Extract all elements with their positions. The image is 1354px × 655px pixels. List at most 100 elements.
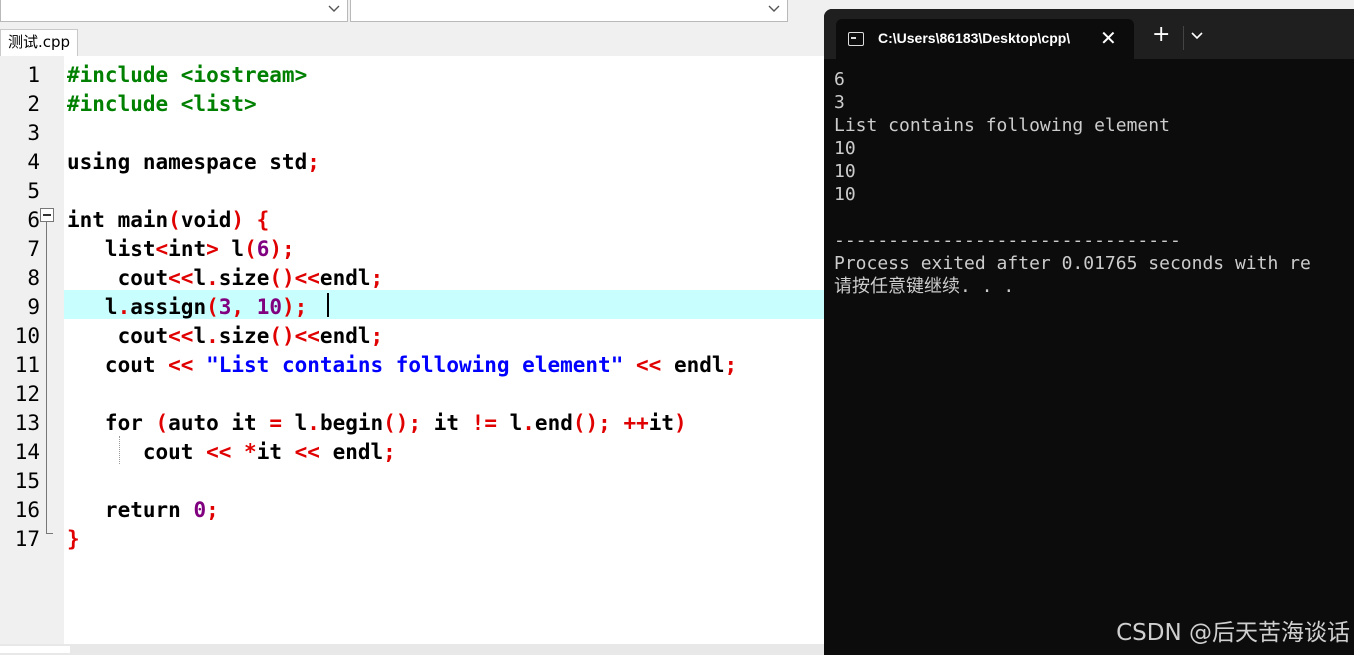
code-token: . [522,411,535,435]
code-token: << [168,353,194,377]
terminal-tab[interactable]: C:\Users\86183\Desktop\cpp\ ✕ [836,19,1134,59]
line-number: 10 [14,324,40,348]
code-line[interactable]: for (auto it = l.begin(); it != l.end();… [67,409,687,438]
code-token: size [218,324,270,348]
code-token: 6 [256,237,270,261]
terminal-output: 6 3 List contains following element 10 1… [834,69,1311,297]
code-token: (); [572,411,611,435]
code-token: ; [724,353,738,377]
code-token: "List contains following element" [206,353,624,377]
code-token: l [67,295,118,319]
code-token: 10 [256,295,282,319]
code-token: auto it [168,411,270,435]
text-caret [327,293,329,317]
code-token: ); [269,237,295,261]
chevron-down-icon[interactable] [1190,31,1204,41]
code-token: l [281,411,308,435]
code-line[interactable]: cout << *it << endl; [67,438,396,467]
code-token: < [155,237,169,261]
code-line[interactable]: cout << "List contains following element… [67,351,737,380]
code-token: ++ [623,411,649,435]
code-token: != [471,411,497,435]
code-token: endl [661,353,725,377]
code-token: . [206,266,219,290]
line-number: 6 [27,208,40,232]
line-number: 1 [27,63,40,87]
code-token: void [180,208,232,232]
class-combo[interactable] [0,0,348,22]
line-number: 13 [14,411,40,435]
code-token: (); [383,411,422,435]
toolbar [0,0,790,26]
code-line[interactable]: #include <iostream> [67,61,307,90]
member-combo[interactable] [350,0,788,22]
code-line[interactable]: using namespace std; [67,148,320,177]
line-number: 16 [14,498,40,522]
code-line[interactable]: cout<<l.size()<<endl; [67,264,384,293]
file-tab[interactable]: 测试.cpp [0,29,78,56]
code-token: l [193,266,207,290]
code-token: it [256,440,295,464]
scrollbar-thumb[interactable] [0,646,70,653]
code-token: #include <iostream> [67,63,308,87]
code-token: for [67,411,156,435]
chevron-down-icon [768,5,780,12]
code-line[interactable]: l.assign(3, 10); [67,293,307,322]
code-token: int main [67,208,169,232]
code-token: * [244,440,257,464]
code-line[interactable]: cout<<l.size()<<endl; [67,322,384,351]
code-token: cout [67,353,169,377]
line-number: 2 [27,92,40,116]
code-token: ; [370,266,384,290]
code-token: ); [282,295,308,319]
code-line[interactable]: return 0; [67,496,219,525]
horizontal-scrollbar[interactable] [0,644,824,655]
code-token: using namespace std [67,150,308,174]
fold-collapse-icon[interactable] [40,208,54,222]
code-line[interactable]: #include <list> [67,90,257,119]
line-number: 14 [14,440,40,464]
code-token: l [193,324,207,348]
close-tab-button[interactable]: ✕ [1100,26,1117,50]
code-token: , [231,295,257,319]
code-token: << [206,440,232,464]
code-token: ) { [231,208,270,232]
code-token: ( [155,411,169,435]
code-token: << [168,266,194,290]
code-token: . [206,324,219,348]
new-tab-button[interactable]: + [1152,24,1170,46]
code-token: #include <list> [67,92,257,116]
code-token: ( [244,237,257,261]
code-line[interactable]: list<int> l(6); [67,235,295,264]
terminal-tab-title: C:\Users\86183\Desktop\cpp\ [878,30,1071,46]
code-token: return [67,498,194,522]
fold-line [46,222,47,534]
line-number: 12 [14,382,40,406]
terminal-window: C:\Users\86183\Desktop\cpp\ ✕ + 6 3 List… [824,9,1354,655]
line-number: 4 [27,150,40,174]
code-token: ()<< [269,324,320,348]
terminal-tabbar: C:\Users\86183\Desktop\cpp\ ✕ + [824,9,1354,59]
code-token: ; [370,324,384,348]
line-number: 7 [27,237,40,261]
code-token: > [206,237,219,261]
code-token: 3 [218,295,232,319]
code-editor[interactable]: 1 2 3 4 5 6 7 8 9 10 11 12 13 14 15 16 17 #include <iost… [0,56,824,644]
code-token: it [421,411,472,435]
code-token: ; [307,150,320,174]
code-token: cout [67,266,169,290]
line-number: 3 [27,121,40,145]
code-token: 0 [193,498,207,522]
code-token: begin [319,411,384,435]
code-token: ; [206,498,219,522]
code-token: end [534,411,573,435]
code-token: . [307,411,320,435]
code-line[interactable]: int main(void) { [67,206,269,235]
code-token: assign [130,295,207,319]
code-line[interactable]: } [67,525,80,554]
line-number: 17 [14,527,40,551]
code-token: << [636,353,662,377]
code-token: list [67,237,156,261]
